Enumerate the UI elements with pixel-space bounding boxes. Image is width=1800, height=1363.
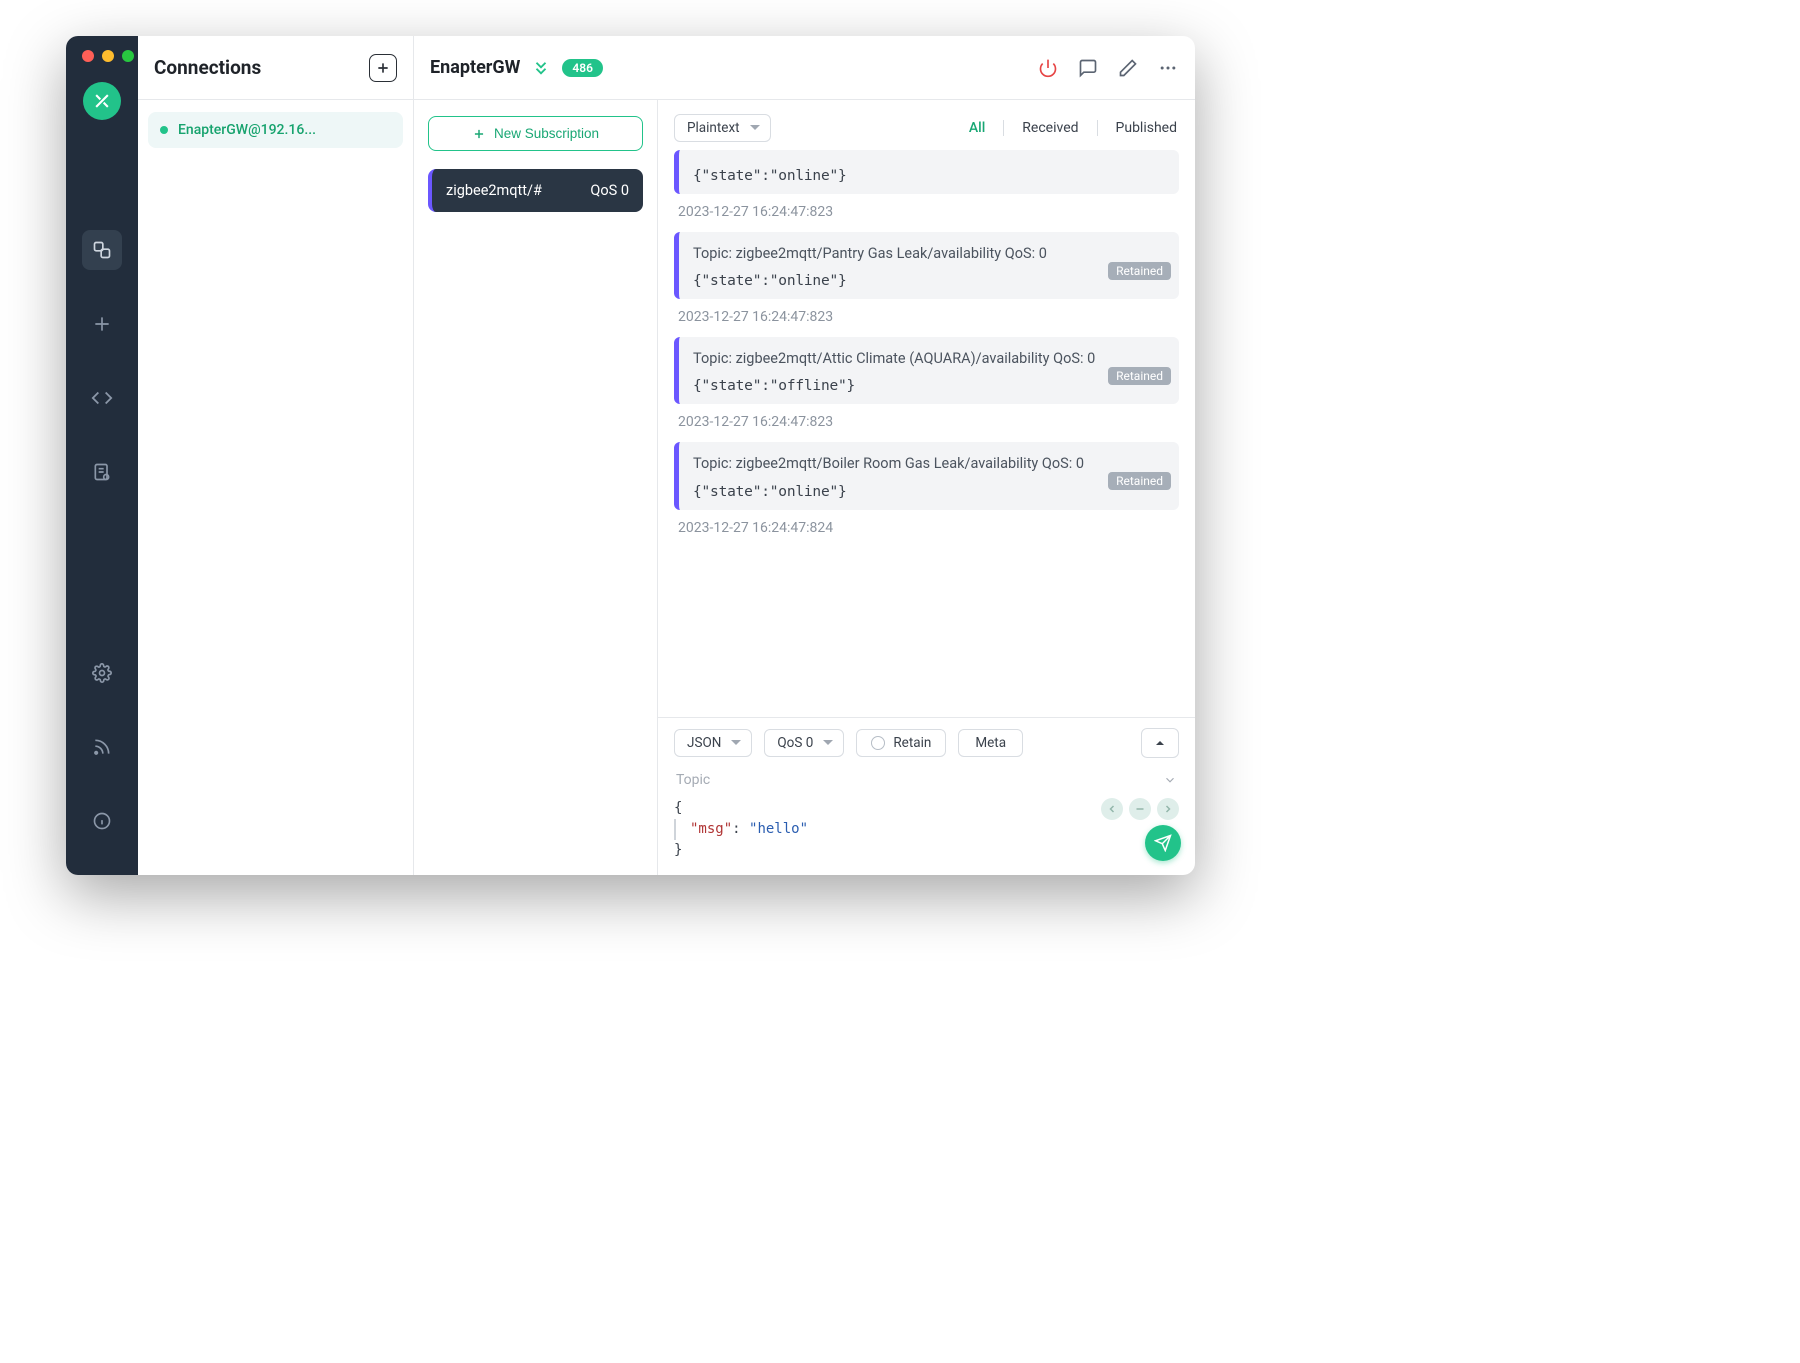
publish-qos-select[interactable]: QoS 0 — [764, 729, 844, 757]
message-topic: Topic: zigbee2mqtt/Attic Climate (AQUARA… — [693, 347, 1165, 370]
payload-editor[interactable]: { "msg": "hello" } — [674, 798, 1179, 861]
status-dot-icon — [160, 126, 168, 134]
message-payload: {"state":"offline"} — [693, 378, 1165, 394]
nav-scripts[interactable] — [82, 378, 122, 418]
connection-label: EnapterGW@192.16... — [178, 122, 316, 138]
nav-feed[interactable] — [82, 727, 122, 767]
history-next-button[interactable] — [1157, 798, 1179, 820]
more-icon[interactable] — [1157, 57, 1179, 79]
main-header: EnapterGW 486 — [414, 36, 1195, 100]
nav-settings[interactable] — [82, 653, 122, 693]
message-list[interactable]: {"state":"online"} 2023-12-27 16:24:47:82… — [658, 146, 1195, 717]
editor-text: { — [674, 800, 682, 816]
history-prev-button[interactable] — [1101, 798, 1123, 820]
message-payload: {"state":"online"} — [693, 168, 1165, 184]
retained-badge: Retained — [1108, 472, 1171, 490]
minimize-window-button[interactable] — [102, 50, 114, 62]
retain-toggle[interactable]: Retain — [856, 729, 946, 757]
format-select[interactable]: Plaintext — [674, 114, 771, 142]
meta-button[interactable]: Meta — [958, 729, 1023, 757]
subscription-item[interactable]: zigbee2mqtt/# QoS 0 — [428, 169, 643, 212]
message-time: 2023-12-27 16:24:47:823 — [678, 414, 1179, 430]
collapse-button[interactable] — [1141, 728, 1179, 758]
topic-placeholder: Topic — [676, 772, 710, 788]
new-subscription-button[interactable]: New Subscription — [428, 116, 643, 151]
message-item[interactable]: {"state":"online"} — [674, 150, 1179, 194]
close-window-button[interactable] — [82, 50, 94, 62]
editor-value: "hello" — [749, 821, 808, 837]
message-payload: {"state":"online"} — [693, 484, 1165, 500]
chat-icon[interactable] — [1077, 57, 1099, 79]
message-time: 2023-12-27 16:24:47:824 — [678, 520, 1179, 536]
connection-item[interactable]: EnapterGW@192.16... — [148, 112, 403, 148]
retained-badge: Retained — [1108, 367, 1171, 385]
subscription-qos: QoS 0 — [590, 182, 629, 199]
new-subscription-label: New Subscription — [494, 126, 599, 141]
subscription-topic: zigbee2mqtt/# — [446, 182, 542, 199]
divider — [1003, 120, 1004, 136]
message-time: 2023-12-27 16:24:47:823 — [678, 309, 1179, 325]
nav-info[interactable] — [82, 801, 122, 841]
maximize-window-button[interactable] — [122, 50, 134, 62]
connection-title: EnapterGW — [430, 57, 520, 78]
message-topic: Topic: zigbee2mqtt/Boiler Room Gas Leak/… — [693, 452, 1165, 475]
send-button[interactable] — [1145, 825, 1181, 861]
app-logo — [83, 82, 121, 120]
message-time: 2023-12-27 16:24:47:823 — [678, 204, 1179, 220]
message-item[interactable]: Topic: zigbee2mqtt/Attic Climate (AQUARA… — [674, 337, 1179, 404]
message-count-badge: 486 — [562, 59, 603, 77]
publish-format-value: JSON — [687, 735, 721, 751]
subscriptions-panel: New Subscription zigbee2mqtt/# QoS 0 — [414, 100, 658, 875]
nav-logs[interactable] — [82, 452, 122, 492]
tab-received[interactable]: Received — [1020, 120, 1080, 136]
publish-format-select[interactable]: JSON — [674, 729, 752, 757]
tab-published[interactable]: Published — [1114, 120, 1179, 136]
radio-icon — [871, 736, 885, 750]
retain-label: Retain — [893, 735, 931, 751]
filter-bar: Plaintext All Received Published — [658, 100, 1195, 146]
nav-connections[interactable] — [82, 230, 122, 270]
connections-panel: Connections EnapterGW@192.16... — [138, 36, 414, 875]
message-item[interactable]: Topic: zigbee2mqtt/Boiler Room Gas Leak/… — [674, 442, 1179, 509]
expand-button[interactable] — [532, 59, 550, 77]
message-item[interactable]: Topic: zigbee2mqtt/Pantry Gas Leak/avail… — [674, 232, 1179, 299]
message-payload: {"state":"online"} — [693, 273, 1165, 289]
window-controls — [82, 50, 134, 62]
publish-qos-value: QoS 0 — [777, 735, 813, 751]
editor-key: "msg" — [690, 821, 732, 837]
publish-panel: JSON QoS 0 Retain Meta — [658, 717, 1195, 875]
editor-text: } — [674, 842, 682, 858]
retained-badge: Retained — [1108, 262, 1171, 280]
format-value: Plaintext — [687, 120, 740, 136]
message-topic: Topic: zigbee2mqtt/Pantry Gas Leak/avail… — [693, 242, 1165, 265]
edit-icon[interactable] — [1117, 57, 1139, 79]
nav-rail — [66, 36, 138, 875]
meta-label: Meta — [975, 735, 1006, 751]
topic-input[interactable]: Topic — [674, 768, 1179, 792]
nav-new[interactable] — [82, 304, 122, 344]
divider — [1097, 120, 1098, 136]
connections-title: Connections — [154, 56, 261, 79]
history-clear-button[interactable] — [1129, 798, 1151, 820]
disconnect-button[interactable] — [1037, 57, 1059, 79]
tab-all[interactable]: All — [967, 120, 987, 136]
add-connection-button[interactable] — [369, 54, 397, 82]
